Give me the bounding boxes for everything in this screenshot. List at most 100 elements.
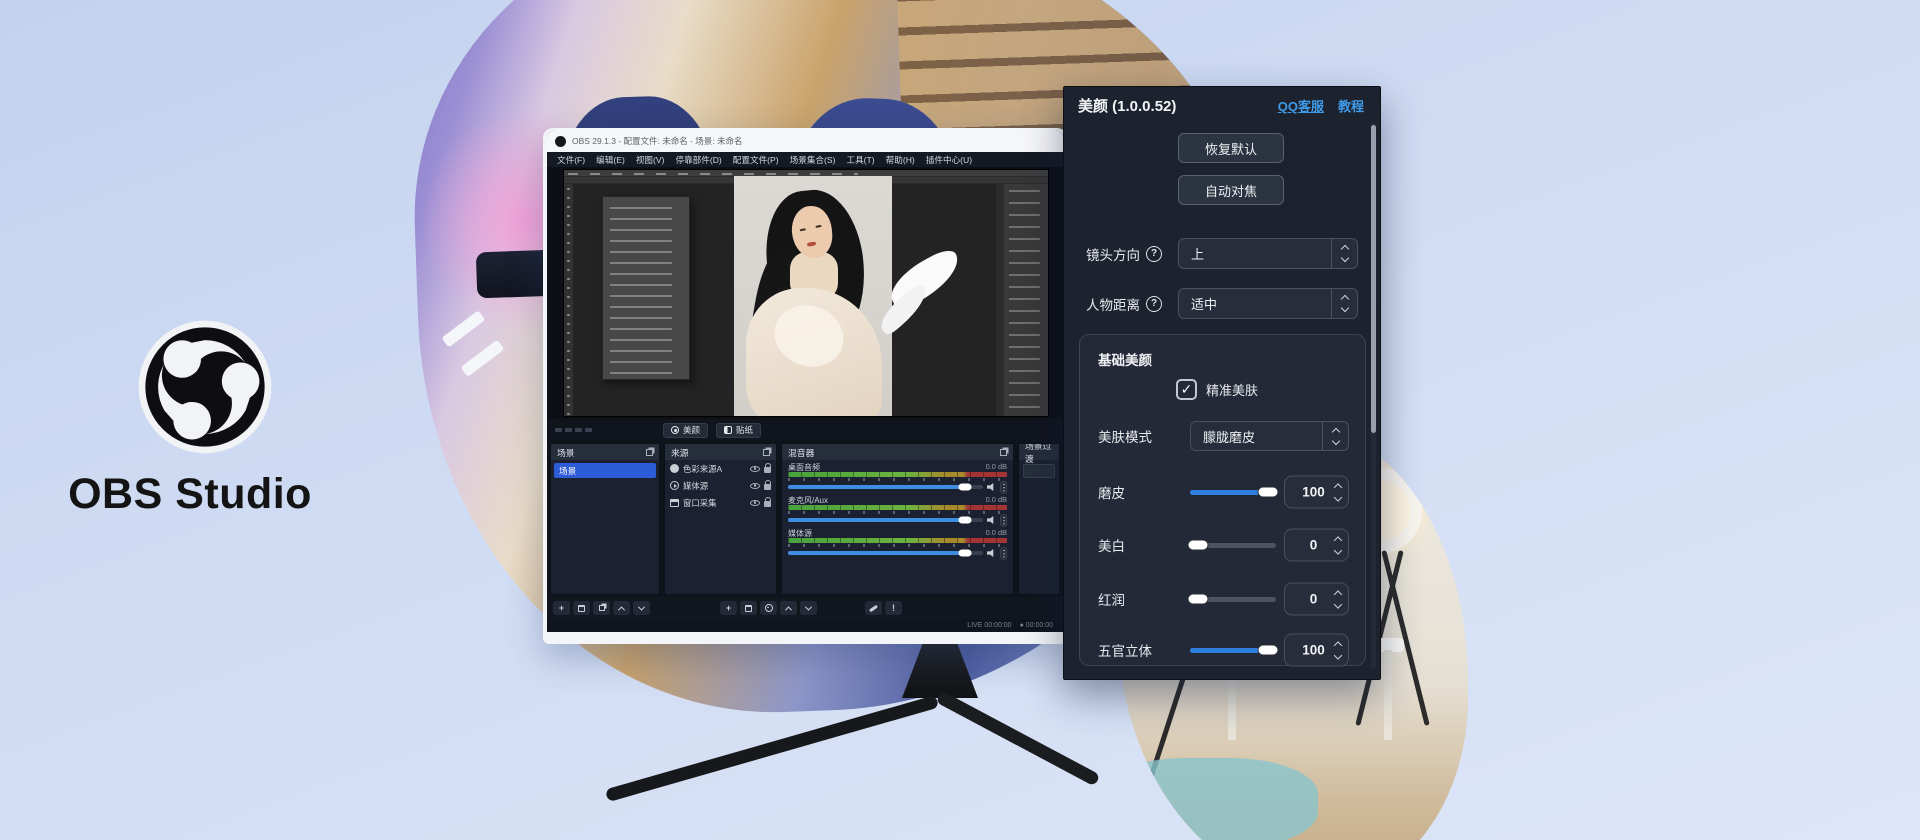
lock-icon[interactable] [764,501,771,507]
stepper-icon[interactable] [1335,484,1341,500]
whitening-slider[interactable] [1190,539,1276,551]
menu-file[interactable]: 文件(F) [557,154,585,166]
slider-handle[interactable] [1258,645,1279,656]
eye-icon[interactable] [750,466,760,472]
transition-select[interactable] [1023,464,1055,478]
channel-menu-icon[interactable] [1000,514,1007,527]
spinner-icon[interactable] [1331,239,1357,268]
stepper-icon[interactable] [1335,591,1341,607]
source-item[interactable]: 色彩来源A [665,460,776,477]
source-down-button[interactable] [800,601,817,615]
help-icon[interactable]: ? [1146,246,1162,262]
window-capture-icon [670,499,679,507]
popout-icon[interactable] [763,449,770,456]
sources-dock-header: 来源 [665,444,776,460]
volume-slider[interactable] [788,551,983,555]
spinner-icon[interactable] [1331,289,1357,318]
autofocus-button[interactable]: 自动对焦 [1178,175,1284,205]
eye-icon[interactable] [750,483,760,489]
menu-edit[interactable]: 编辑(E) [596,154,625,166]
camera-direction-value: 上 [1179,239,1331,268]
smoothing-slider[interactable] [1190,486,1276,498]
scene-up-button[interactable] [613,601,630,615]
add-source-button[interactable]: + [720,601,737,615]
advanced-audio-button[interactable]: ! [885,601,902,615]
source-item[interactable]: 媒体源 [665,477,776,494]
rosy-slider[interactable] [1190,593,1276,605]
restore-defaults-button[interactable]: 恢复默认 [1178,133,1284,163]
menu-profile[interactable]: 配置文件(P) [733,154,779,166]
face-3d-value-stepper[interactable]: 100 [1284,634,1349,667]
lock-icon[interactable] [764,484,771,490]
stepper-icon[interactable] [1335,642,1341,658]
camera-direction-label: 镜头方向 ? [1086,238,1162,269]
tutorial-link[interactable]: 教程 [1338,96,1364,115]
skin-mode-select[interactable]: 朦胧磨皮 [1190,421,1349,451]
obs-preview [547,167,1063,419]
basic-beauty-group: 基础美颜 ✓ 精准美肤 美肤模式 朦胧磨皮 磨皮 100 美白 [1079,334,1366,666]
photo-floor-mat [1118,758,1318,840]
stepper-icon[interactable] [1335,537,1341,553]
obs-logo-icon [138,320,272,454]
menu-tools[interactable]: 工具(T) [846,154,874,166]
menu-help[interactable]: 帮助(H) [886,154,915,166]
whitening-value: 0 [1292,538,1335,553]
beauty-dock-tab[interactable]: 美颜 [663,423,708,438]
qq-support-link[interactable]: QQ客服 [1278,96,1324,115]
add-scene-button[interactable]: + [553,601,570,615]
popout-icon[interactable] [646,449,653,456]
remove-source-button[interactable] [740,601,757,615]
whitening-value-stepper[interactable]: 0 [1284,529,1349,562]
channel-menu-icon[interactable] [1000,481,1007,494]
source-up-button[interactable] [780,601,797,615]
preview-photoshop-screenshot [563,169,1049,417]
remove-scene-button[interactable] [573,601,590,615]
source-item[interactable]: 窗口采集 [665,494,776,511]
speaker-icon[interactable] [987,516,996,524]
sticker-icon [724,426,732,434]
scene-item-selected[interactable]: 场景 [554,463,656,478]
channel-menu-icon[interactable] [1000,547,1007,560]
lock-icon[interactable] [764,467,771,473]
eye-icon[interactable] [750,500,760,506]
person-distance-select[interactable]: 适中 [1178,288,1358,319]
rosy-value-stepper[interactable]: 0 [1284,583,1349,616]
volume-slider[interactable] [788,485,983,489]
spinner-icon[interactable] [1322,422,1348,450]
channel-db: 0.0 dB [986,528,1007,538]
channel-name: 媒体源 [788,528,812,538]
menu-plugin-center[interactable]: 插件中心(U) [926,154,972,166]
slider-handle[interactable] [1258,487,1279,498]
help-icon[interactable]: ? [1146,296,1162,312]
menu-scene-collection[interactable]: 场景集合(S) [790,154,836,166]
source-properties-button[interactable] [760,601,777,615]
skin-mode-label: 美肤模式 [1098,421,1152,451]
monitor-stand-leg [935,691,1100,787]
camera-direction-select[interactable]: 上 [1178,238,1358,269]
color-source-icon [670,464,679,473]
audio-meter [788,538,1007,543]
duplicate-scene-button[interactable] [593,601,610,615]
scrollbar-thumb[interactable] [1371,125,1376,433]
speaker-icon[interactable] [987,483,996,491]
obs-status-bar: LIVE 00:00:00 ● 00:00:00 [547,619,1063,632]
scene-down-button[interactable] [633,601,650,615]
popout-icon[interactable] [1000,449,1007,456]
media-source-icon [670,481,679,490]
slider-handle[interactable] [1187,540,1208,551]
menu-docks[interactable]: 停靠部件(D) [675,154,721,166]
sticker-dock-tab[interactable]: 贴纸 [716,423,761,438]
filters-button[interactable] [865,601,882,615]
mixer-channel: 媒体源 0.0 dB [782,526,1013,559]
face-3d-slider[interactable] [1190,644,1276,656]
menu-view[interactable]: 视图(V) [636,154,665,166]
volume-slider[interactable] [788,518,983,522]
precise-skin-checkbox[interactable]: ✓ [1176,379,1197,400]
woman-eye [815,225,821,228]
preview-meta-dots [555,428,655,432]
scenes-dock-header: 场景 [551,444,659,460]
obs-window-title: OBS 29.1.3 - 配置文件: 未命名 - 场景: 未命名 [572,135,743,147]
speaker-icon[interactable] [987,549,996,557]
slider-handle[interactable] [1187,594,1208,605]
smoothing-value-stepper[interactable]: 100 [1284,476,1349,509]
